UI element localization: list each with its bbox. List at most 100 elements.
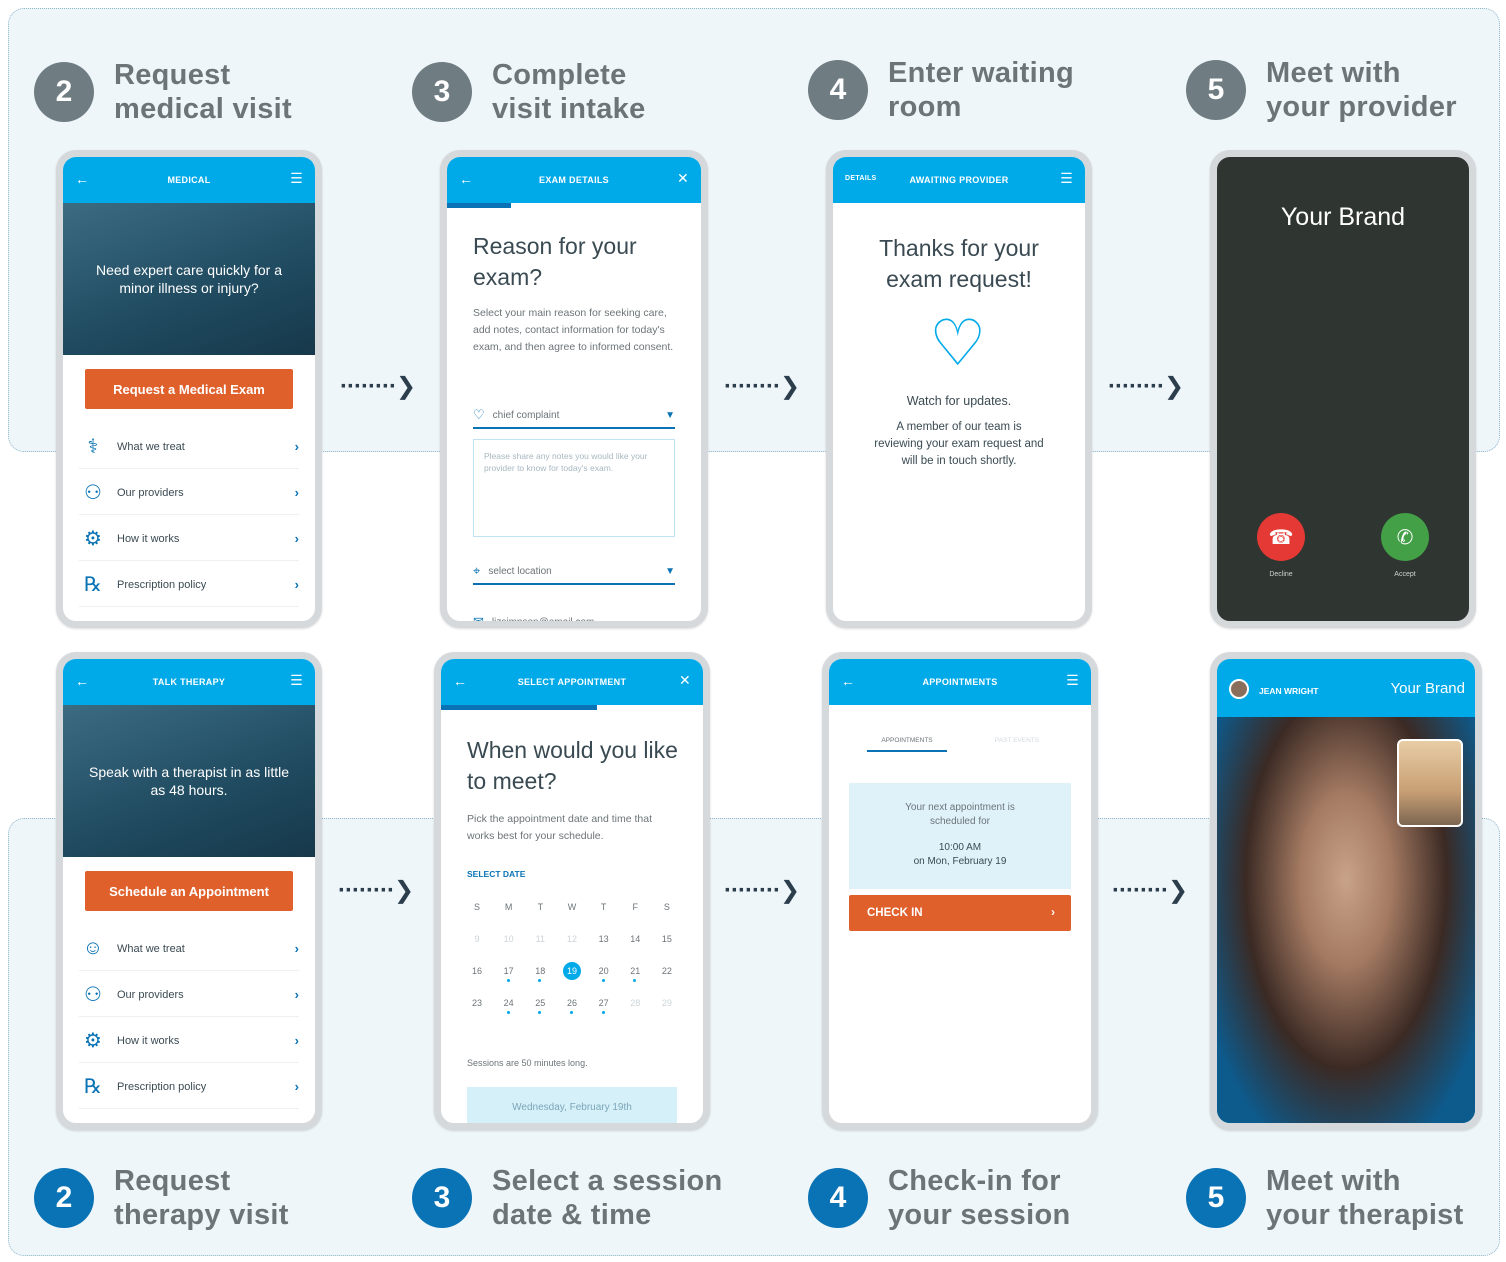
screen-title: TALK THERAPY xyxy=(152,677,226,687)
menu-item-our-providers[interactable]: ⚇ Our providers › xyxy=(79,471,299,515)
calendar-day[interactable]: 23 xyxy=(463,998,491,1008)
calendar: SMTWTFS 9 10 11 12 13 14 15 16 17 18 19 20 21 22 23 2… xyxy=(463,891,681,1019)
weekday: M xyxy=(504,902,513,912)
request-medical-exam-button[interactable]: Request a Medical Exam xyxy=(85,369,293,409)
calendar-day-selected[interactable]: 19 xyxy=(562,962,581,980)
hero-text: Speak with a therapist in as little as 4… xyxy=(89,764,289,798)
calendar-day[interactable]: 16 xyxy=(463,966,491,976)
therapy-step-2: 2 Request therapy visit xyxy=(34,1164,289,1232)
reviewing-message: A member of our team is reviewing your e… xyxy=(874,421,1044,467)
calendar-day[interactable]: 13 xyxy=(590,934,618,944)
weekday-row: SMTWTFS xyxy=(463,891,681,923)
screen-title: SELECT APPOINTMENT xyxy=(517,677,627,687)
location-select[interactable]: ⌖ select location ▼ xyxy=(473,559,675,585)
calendar-day[interactable]: 26 xyxy=(558,998,586,1014)
step-number: 4 xyxy=(808,60,868,120)
notes-textarea[interactable]: Please share any notes you would like yo… xyxy=(473,439,675,537)
field-placeholder: select location xyxy=(488,565,552,577)
instructions-text: Pick the appointment date and time that … xyxy=(467,813,653,842)
watch-updates-text: Watch for updates. xyxy=(906,394,1012,408)
menu-icon[interactable]: ☰ xyxy=(290,170,303,187)
details-tab[interactable]: DETAILS xyxy=(845,175,877,182)
check-in-button[interactable]: CHECK IN › xyxy=(849,895,1071,931)
calendar-day[interactable]: 14 xyxy=(621,934,649,944)
menu-item-what-we-treat[interactable]: ☺ What we treat › xyxy=(79,927,299,971)
appointments-screen: ← APPOINTMENTS ☰ APPOINTMENTS PAST EVENT… xyxy=(822,652,1098,1130)
menu-item-label: What we treat xyxy=(117,440,185,453)
back-arrow-icon[interactable]: ← xyxy=(841,673,855,689)
calendar-day[interactable]: 18 xyxy=(526,966,554,982)
next-appointment-card: Your next appointment is scheduled for 1… xyxy=(849,783,1071,889)
calendar-day[interactable]: 27 xyxy=(590,998,618,1014)
back-arrow-icon[interactable]: ← xyxy=(453,673,467,689)
self-view-video[interactable] xyxy=(1397,739,1463,827)
step-number: 2 xyxy=(34,62,94,122)
menu-icon[interactable]: ☰ xyxy=(1066,672,1079,689)
tab-past-events[interactable]: PAST EVENTS xyxy=(977,737,1057,744)
calendar-day[interactable]: 15 xyxy=(653,934,681,944)
hero-banner: Need expert care quickly for a minor ill… xyxy=(63,203,315,355)
calendar-day[interactable]: 24 xyxy=(495,998,523,1014)
menu-item-how-it-works[interactable]: ⚙ How it works › xyxy=(79,1019,299,1063)
chief-complaint-select[interactable]: ♡ chief complaint ▼ xyxy=(473,403,675,429)
therapy-step-3: 3 Select a session date & time xyxy=(412,1164,722,1232)
check-in-label: CHECK IN xyxy=(867,907,923,919)
screen-title: MEDICAL xyxy=(167,175,211,185)
care-flow-infographic: 2 Request medical visit 3 Complete visit i… xyxy=(0,0,1506,1262)
flow-arrow-icon: ········❯ xyxy=(724,877,800,904)
calendar-day: 29 xyxy=(661,998,672,1008)
hang-up-icon: ☎ xyxy=(1268,526,1294,549)
chevron-right-icon: › xyxy=(294,987,299,1002)
gear-icon: ⚙ xyxy=(84,1030,102,1052)
calendar-day[interactable]: 25 xyxy=(526,998,554,1014)
accept-call-button[interactable]: ✆ xyxy=(1381,513,1429,561)
menu-item-label: Prescription policy xyxy=(117,578,207,591)
chevron-right-icon: › xyxy=(294,1033,299,1048)
calendar-day[interactable]: 21 xyxy=(621,966,649,982)
video-session-screen: JEAN WRIGHT Your Brand xyxy=(1210,652,1482,1130)
thanks-heading: Thanks for your exam request! xyxy=(879,235,1039,292)
select-date-label: SELECT DATE xyxy=(467,869,526,879)
chevron-right-icon: › xyxy=(294,941,299,956)
menu-item-label: Our providers xyxy=(117,486,184,499)
screen-title: EXAM DETAILS xyxy=(539,175,609,185)
back-arrow-icon[interactable]: ← xyxy=(75,171,89,187)
close-icon[interactable]: ✕ xyxy=(677,170,689,187)
brand-name: Your Brand xyxy=(1390,680,1465,697)
tab-appointments[interactable]: APPOINTMENTS xyxy=(867,737,947,752)
stethoscope-icon: ⚕ xyxy=(87,436,99,458)
menu-item-how-it-works[interactable]: ⚙ How it works › xyxy=(79,517,299,561)
app-bar: ← TALK THERAPY ☰ xyxy=(63,659,315,705)
step-number: 3 xyxy=(412,1168,472,1228)
flow-arrow-icon: ········❯ xyxy=(724,373,800,400)
envelope-icon: ✉ xyxy=(473,614,484,628)
calendar-day[interactable]: 22 xyxy=(653,966,681,976)
menu-item-what-we-treat[interactable]: ⚕ What we treat › xyxy=(79,425,299,469)
close-icon[interactable]: ✕ xyxy=(679,672,691,689)
progress-bar xyxy=(441,705,597,710)
calendar-day[interactable]: 17 xyxy=(495,966,523,982)
step-label: Enter waiting room xyxy=(888,57,1074,123)
menu-icon[interactable]: ☰ xyxy=(290,672,303,689)
menu-item-label: Our providers xyxy=(117,988,184,1001)
brand-name: Your Brand xyxy=(1280,203,1406,231)
selected-date-bar[interactable]: Wednesday, February 19th xyxy=(467,1087,677,1123)
doctor-icon: ⚇ xyxy=(84,482,102,504)
medical-step-2: 2 Request medical visit xyxy=(34,58,292,126)
next-appointment-text: Your next appointment is scheduled for xyxy=(905,802,1015,827)
calendar-day: 9 xyxy=(474,934,480,944)
schedule-appointment-button[interactable]: Schedule an Appointment xyxy=(85,871,293,911)
weekday: W xyxy=(567,902,577,912)
menu-item-prescription-policy[interactable]: ℞ Prescription policy › xyxy=(79,563,299,607)
calendar-day[interactable]: 20 xyxy=(590,966,618,982)
back-arrow-icon[interactable]: ← xyxy=(75,673,89,689)
decline-call-button[interactable]: ☎ xyxy=(1257,513,1305,561)
menu-icon[interactable]: ☰ xyxy=(1060,170,1073,187)
back-arrow-icon[interactable]: ← xyxy=(459,171,473,187)
menu-item-prescription-policy[interactable]: ℞ Prescription policy › xyxy=(79,1065,299,1109)
menu-item-our-providers[interactable]: ⚇ Our providers › xyxy=(79,973,299,1017)
heart-icon: ♡ xyxy=(473,407,485,422)
email-field[interactable]: ✉ lizsimpson@email.com xyxy=(473,609,675,628)
appointment-date: on Mon, February 19 xyxy=(913,856,1007,867)
accept-label: Accept xyxy=(1394,571,1416,578)
